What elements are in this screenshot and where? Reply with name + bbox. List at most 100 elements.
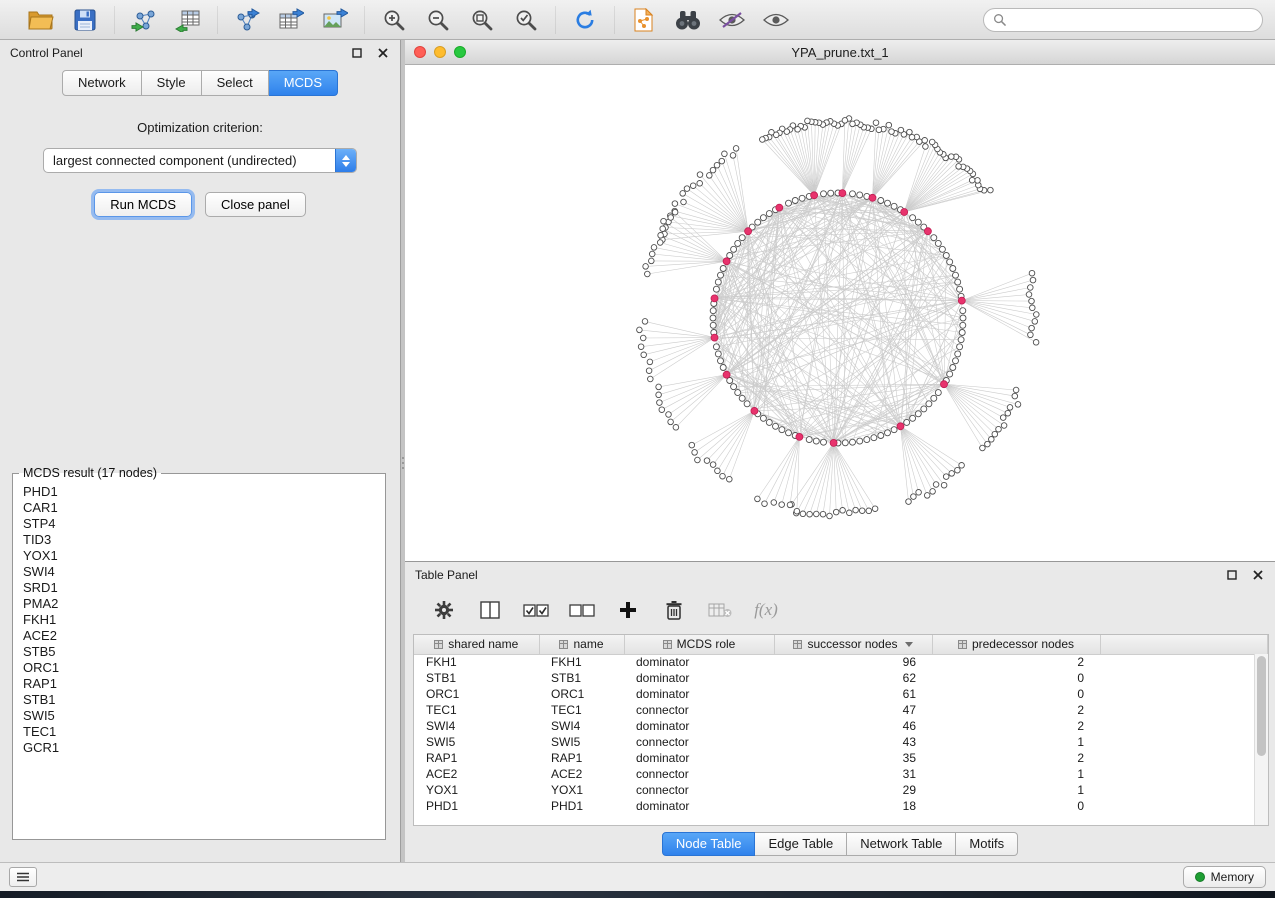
mcds-result-item[interactable]: STB1 <box>23 692 375 708</box>
window-maximize-icon[interactable] <box>454 46 466 58</box>
table-cell[interactable]: FKH1 <box>539 654 624 670</box>
table-cell[interactable]: 2 <box>932 750 1100 766</box>
mcds-result-item[interactable]: ORC1 <box>23 660 375 676</box>
add-column-icon[interactable] <box>615 596 641 624</box>
table-cell[interactable]: STB1 <box>414 670 539 686</box>
table-row[interactable]: TEC1TEC1connector472 <box>414 702 1268 718</box>
hide-graphics-icon[interactable] <box>717 6 747 34</box>
column-header-name[interactable]: name <box>539 635 624 654</box>
mcds-result-item[interactable]: SRD1 <box>23 580 375 596</box>
mcds-result-item[interactable]: FKH1 <box>23 612 375 628</box>
table-cell[interactable]: SWI4 <box>539 718 624 734</box>
zoom-in-icon[interactable] <box>379 6 409 34</box>
table-cell[interactable]: dominator <box>624 750 774 766</box>
mcds-result-item[interactable]: PHD1 <box>23 484 375 500</box>
window-minimize-icon[interactable] <box>434 46 446 58</box>
import-network-icon[interactable] <box>129 6 159 34</box>
table-cell[interactable]: 62 <box>774 670 932 686</box>
table-scrollbar-thumb[interactable] <box>1257 656 1266 756</box>
refresh-icon[interactable] <box>570 6 600 34</box>
column-view-icon[interactable] <box>477 596 503 624</box>
tab-edge-table[interactable]: Edge Table <box>755 832 847 856</box>
open-folder-icon[interactable] <box>26 6 56 34</box>
float-panel-icon[interactable] <box>350 46 364 60</box>
table-row[interactable]: STB1STB1dominator620 <box>414 670 1268 686</box>
close-panel-button[interactable]: Close panel <box>205 192 306 217</box>
table-cell[interactable]: 1 <box>932 766 1100 782</box>
table-cell[interactable]: connector <box>624 782 774 798</box>
table-cell[interactable]: 0 <box>932 670 1100 686</box>
table-cell[interactable]: 43 <box>774 734 932 750</box>
table-cell[interactable]: 2 <box>932 702 1100 718</box>
mcds-result-item[interactable]: SWI5 <box>23 708 375 724</box>
show-graphics-icon[interactable] <box>761 6 791 34</box>
memory-button[interactable]: Memory <box>1183 866 1266 888</box>
table-row[interactable]: YOX1YOX1connector291 <box>414 782 1268 798</box>
float-table-panel-icon[interactable] <box>1225 568 1239 582</box>
status-menu-button[interactable] <box>9 867 37 887</box>
table-cell[interactable]: connector <box>624 766 774 782</box>
table-cell[interactable]: 1 <box>932 734 1100 750</box>
deselect-all-icon[interactable] <box>569 596 595 624</box>
search-box[interactable] <box>983 8 1263 32</box>
table-cell[interactable]: connector <box>624 702 774 718</box>
table-cell[interactable]: FKH1 <box>414 654 539 670</box>
mcds-result-item[interactable]: ACE2 <box>23 628 375 644</box>
mcds-result-item[interactable]: STB5 <box>23 644 375 660</box>
table-cell[interactable]: 0 <box>932 686 1100 702</box>
run-mcds-button[interactable]: Run MCDS <box>94 192 192 217</box>
window-close-icon[interactable] <box>414 46 426 58</box>
table-cell[interactable]: dominator <box>624 670 774 686</box>
column-header-shared-name[interactable]: shared name <box>414 635 539 654</box>
tab-motifs[interactable]: Motifs <box>956 832 1018 856</box>
import-table-icon[interactable] <box>173 6 203 34</box>
table-cell[interactable]: PHD1 <box>539 798 624 814</box>
table-row[interactable]: SWI4SWI4dominator462 <box>414 718 1268 734</box>
column-header-mcds-role[interactable]: MCDS role <box>624 635 774 654</box>
column-header-predecessor-nodes[interactable]: predecessor nodes <box>932 635 1100 654</box>
table-row[interactable]: RAP1RAP1dominator352 <box>414 750 1268 766</box>
export-table-icon[interactable] <box>276 6 306 34</box>
table-cell[interactable]: 0 <box>932 798 1100 814</box>
table-cell[interactable]: connector <box>624 734 774 750</box>
table-row[interactable]: ORC1ORC1dominator610 <box>414 686 1268 702</box>
table-cell[interactable]: dominator <box>624 718 774 734</box>
table-scrollbar[interactable] <box>1254 654 1268 825</box>
table-cell[interactable]: TEC1 <box>539 702 624 718</box>
close-table-panel-icon[interactable] <box>1251 568 1265 582</box>
table-cell[interactable]: ORC1 <box>539 686 624 702</box>
export-network-icon[interactable] <box>232 6 262 34</box>
tab-select[interactable]: Select <box>202 70 269 96</box>
tab-network-table[interactable]: Network Table <box>847 832 956 856</box>
tab-node-table[interactable]: Node Table <box>662 832 756 856</box>
mcds-result-item[interactable]: RAP1 <box>23 676 375 692</box>
search-input[interactable] <box>1012 13 1253 27</box>
mcds-result-item[interactable]: TID3 <box>23 532 375 548</box>
table-cell[interactable]: 2 <box>932 718 1100 734</box>
table-cell[interactable]: 35 <box>774 750 932 766</box>
table-cell[interactable]: dominator <box>624 686 774 702</box>
table-cell[interactable]: 2 <box>932 654 1100 670</box>
network-canvas[interactable] <box>405 65 1275 561</box>
function-builder-icon[interactable]: f(x) <box>753 596 779 624</box>
table-row[interactable]: ACE2ACE2connector311 <box>414 766 1268 782</box>
table-cell[interactable]: RAP1 <box>414 750 539 766</box>
save-icon[interactable] <box>70 6 100 34</box>
table-cell[interactable]: SWI5 <box>414 734 539 750</box>
criterion-dropdown[interactable]: largest connected component (undirected) <box>43 148 357 173</box>
mcds-result-item[interactable]: GCR1 <box>23 740 375 756</box>
table-cell[interactable]: 31 <box>774 766 932 782</box>
table-cell[interactable]: 96 <box>774 654 932 670</box>
network-graph[interactable] <box>405 65 1275 561</box>
export-image-icon[interactable] <box>320 6 350 34</box>
tab-style[interactable]: Style <box>142 70 202 96</box>
table-cell[interactable]: RAP1 <box>539 750 624 766</box>
table-cell[interactable]: 29 <box>774 782 932 798</box>
table-cell[interactable]: PHD1 <box>414 798 539 814</box>
delete-table-icon[interactable] <box>707 596 733 624</box>
mcds-result-item[interactable]: TEC1 <box>23 724 375 740</box>
table-row[interactable]: SWI5SWI5connector431 <box>414 734 1268 750</box>
table-cell[interactable]: 1 <box>932 782 1100 798</box>
network-window-titlebar[interactable]: YPA_prune.txt_1 <box>405 40 1275 65</box>
table-row[interactable]: PHD1PHD1dominator180 <box>414 798 1268 814</box>
